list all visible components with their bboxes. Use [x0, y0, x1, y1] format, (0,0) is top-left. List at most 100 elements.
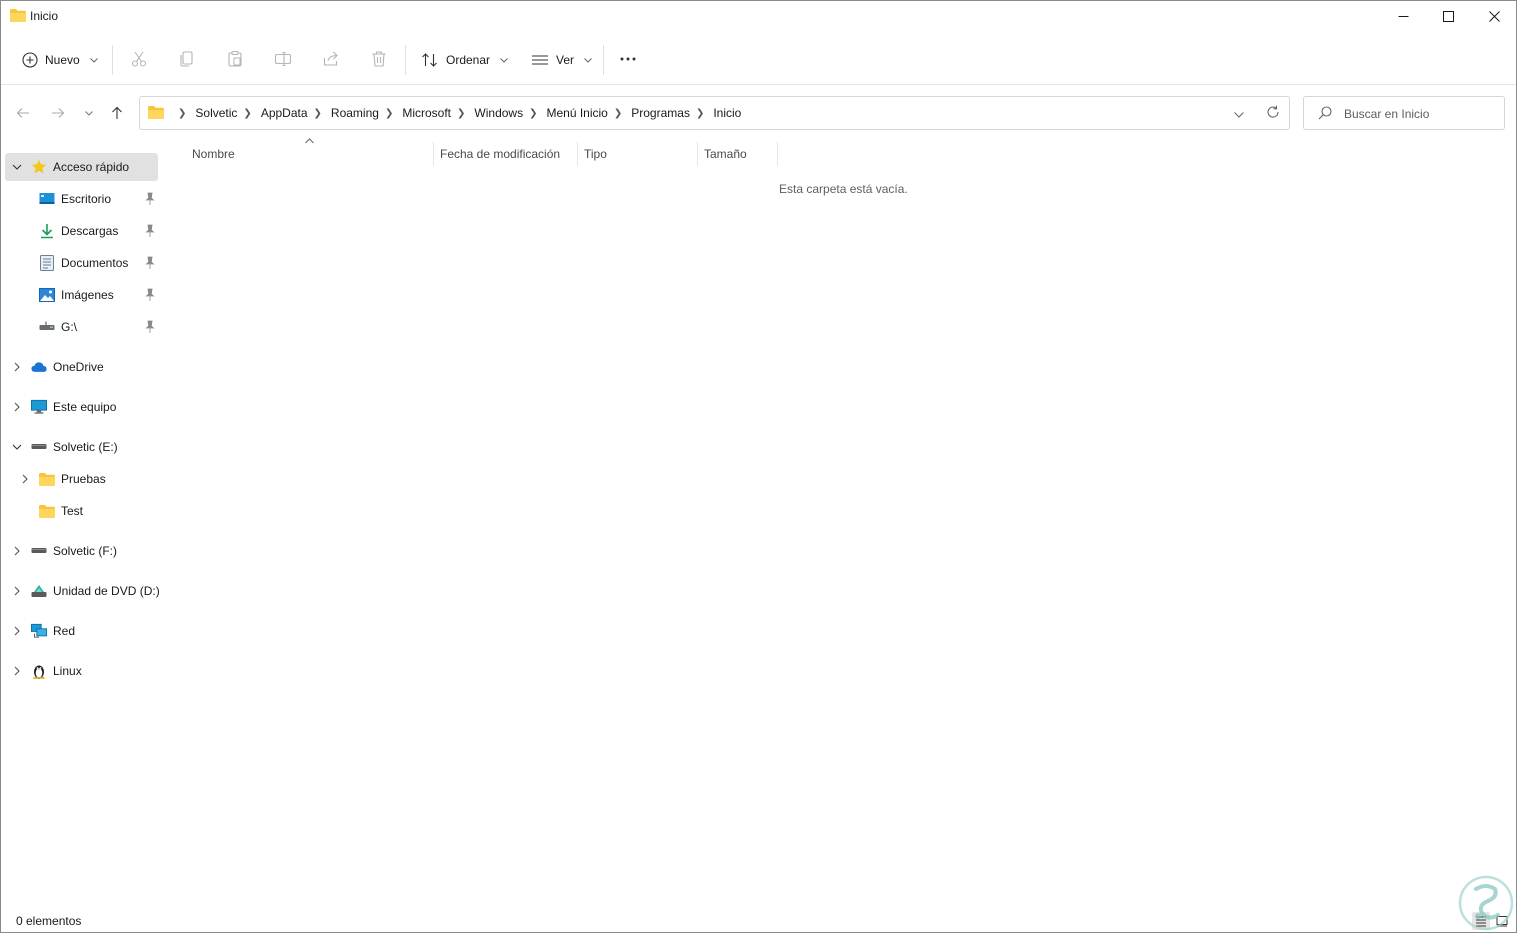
view-button[interactable]: Ver [531, 47, 592, 73]
chevron-right-icon[interactable] [12, 666, 22, 676]
arrow-up-icon [112, 106, 122, 119]
sidebar-item-dvd-drive[interactable]: Unidad de DVD (D:) [5, 577, 160, 605]
breadcrumb-item[interactable]: Windows [474, 106, 523, 120]
sidebar-item-linux[interactable]: Linux [5, 657, 158, 685]
maximize-button[interactable] [1425, 1, 1471, 32]
folder-icon [148, 106, 164, 122]
sidebar-item-label: Red [53, 624, 76, 638]
column-header-date-modified[interactable]: Fecha de modificación [440, 141, 576, 167]
chevron-right-icon[interactable] [12, 586, 22, 596]
pin-icon[interactable] [144, 192, 156, 206]
plus-circle-icon [22, 52, 38, 68]
chevron-right-icon[interactable]: ❯ [696, 108, 704, 119]
delete-button[interactable] [368, 48, 390, 70]
paste-icon [228, 50, 242, 67]
sidebar-item-this-pc[interactable]: Este equipo [5, 393, 158, 421]
chevron-right-icon[interactable] [12, 546, 22, 556]
drive-icon [31, 439, 47, 455]
breadcrumb-item[interactable]: Inicio [713, 106, 741, 120]
breadcrumb-item[interactable]: AppData [261, 106, 308, 120]
breadcrumb-item[interactable]: Microsoft [402, 106, 451, 120]
breadcrumb-item[interactable]: Solvetic [195, 106, 237, 120]
refresh-button[interactable] [1266, 105, 1280, 122]
sidebar-item-quick-access[interactable]: Acceso rápido [5, 153, 158, 181]
recent-locations-button[interactable] [79, 103, 99, 123]
chevron-right-icon[interactable]: ❯ [529, 108, 537, 119]
chevron-right-icon[interactable]: ❯ [457, 108, 465, 119]
up-button[interactable] [107, 103, 127, 123]
breadcrumb-item[interactable]: Roaming [331, 106, 379, 120]
address-bar[interactable]: ❯ Solvetic ❯ AppData ❯ Roaming ❯ Microso… [139, 96, 1290, 130]
chevron-right-icon[interactable] [12, 402, 22, 412]
breadcrumb-item[interactable]: Menú Inicio [546, 106, 607, 120]
back-button[interactable] [13, 103, 33, 123]
sidebar-item-pictures[interactable]: Imágenes [5, 281, 158, 309]
copy-button[interactable] [176, 48, 198, 70]
pin-icon[interactable] [144, 224, 156, 238]
new-button[interactable]: Nuevo [22, 47, 98, 73]
sidebar-item-g-drive[interactable]: G:\ [5, 313, 158, 341]
chevron-down-icon [1234, 112, 1244, 118]
sidebar-item-desktop[interactable]: Escritorio [5, 185, 158, 213]
breadcrumb-item[interactable]: Programas [631, 106, 690, 120]
search-icon [1318, 106, 1332, 123]
pin-icon[interactable] [144, 288, 156, 302]
chevron-down-icon[interactable] [12, 442, 22, 452]
forward-button[interactable] [48, 103, 68, 123]
solvetic-watermark-logo [1458, 875, 1514, 931]
cut-button[interactable] [128, 48, 150, 70]
sidebar-item-documents[interactable]: Documentos [5, 249, 158, 277]
sidebar-item-test[interactable]: Test [5, 497, 158, 525]
cut-icon [131, 51, 147, 67]
chevron-right-icon[interactable]: ❯ [385, 108, 393, 119]
rename-button[interactable] [272, 48, 294, 70]
sidebar-item-pruebas[interactable]: Pruebas [5, 465, 158, 493]
folder-icon [10, 9, 26, 22]
network-icon [31, 623, 47, 639]
sort-icon [422, 53, 437, 67]
minimize-button[interactable] [1380, 1, 1426, 32]
sort-button[interactable]: Ordenar [421, 47, 508, 73]
file-explorer-window: Inicio Nuevo Ordenar Ver ❯ Solvetic ❯ Ap… [0, 0, 1517, 933]
pin-icon[interactable] [144, 256, 156, 270]
sidebar-item-drive-e[interactable]: Solvetic (E:) [5, 433, 158, 461]
sidebar-item-label: Test [61, 504, 84, 518]
chevron-right-icon[interactable] [20, 474, 30, 484]
network-drive-icon [39, 319, 55, 335]
chevron-down-icon [89, 57, 98, 63]
column-header-label: Tipo [584, 147, 607, 161]
column-divider[interactable] [577, 142, 578, 166]
chevron-right-icon[interactable]: ❯ [614, 108, 622, 119]
chevron-right-icon[interactable]: ❯ [243, 108, 251, 119]
chevron-right-icon[interactable]: ❯ [314, 108, 322, 119]
column-divider[interactable] [433, 142, 434, 166]
toolbar-divider [405, 45, 406, 75]
close-button[interactable] [1471, 1, 1516, 32]
star-icon [31, 159, 47, 175]
column-header-name[interactable]: Nombre [192, 141, 432, 167]
sidebar-item-label: Solvetic (E:) [53, 440, 118, 454]
chevron-right-icon[interactable] [12, 626, 22, 636]
share-button[interactable] [320, 48, 342, 70]
column-header-type[interactable]: Tipo [584, 141, 696, 167]
dvd-drive-icon [31, 583, 47, 599]
address-history-button[interactable] [1234, 107, 1244, 121]
chevron-down-icon[interactable] [12, 162, 22, 172]
toolbar-divider [603, 45, 604, 75]
chevron-right-icon[interactable] [12, 362, 22, 372]
sidebar-item-drive-f[interactable]: Solvetic (F:) [5, 537, 158, 565]
pin-icon[interactable] [144, 320, 156, 334]
maximize-icon [1442, 11, 1454, 22]
more-options-button[interactable] [617, 48, 639, 70]
sidebar-item-onedrive[interactable]: OneDrive [5, 353, 158, 381]
column-divider[interactable] [697, 142, 698, 166]
column-header-label: Tamaño [704, 147, 747, 161]
column-divider[interactable] [777, 142, 778, 166]
document-icon [39, 255, 55, 271]
paste-button[interactable] [224, 48, 246, 70]
search-input[interactable]: Buscar en Inicio [1303, 96, 1505, 130]
sidebar-item-downloads[interactable]: Descargas [5, 217, 158, 245]
sidebar-item-network[interactable]: Red [5, 617, 158, 645]
chevron-down-icon [500, 57, 508, 63]
column-header-size[interactable]: Tamaño [704, 141, 776, 167]
